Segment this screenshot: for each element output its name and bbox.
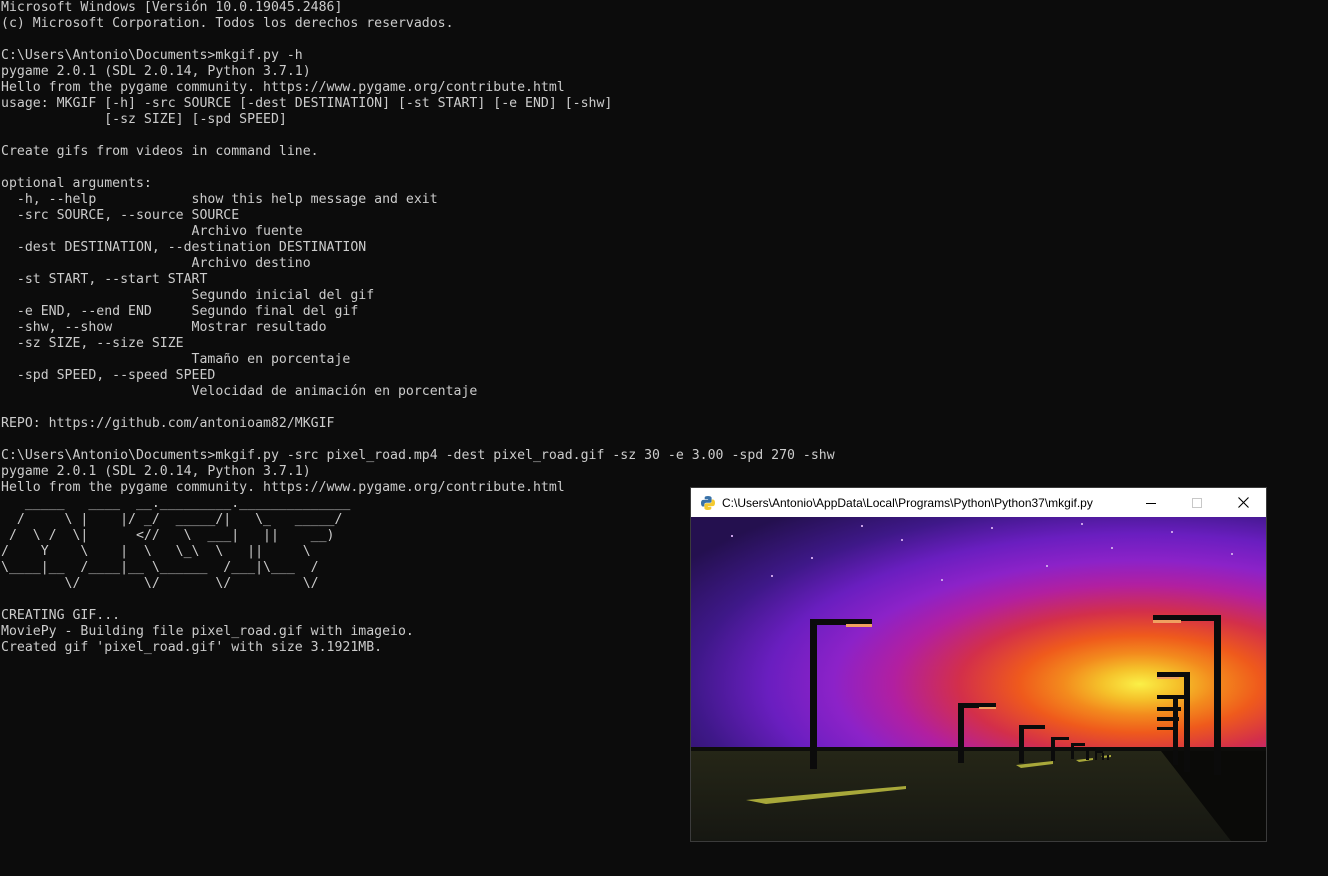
maximize-button[interactable] [1174, 488, 1220, 517]
pygame-preview-window[interactable]: C:\Users\Antonio\AppData\Local\Programs\… [690, 487, 1267, 842]
python-icon [701, 495, 715, 510]
horizon-line [691, 747, 1266, 751]
console-line: optional arguments: [1, 176, 152, 191]
maximize-icon [1192, 497, 1202, 508]
console-line: C:\Users\Antonio\Documents>mkgif.py -src… [1, 448, 835, 463]
console-line: Velocidad de animación en porcentaje [1, 384, 478, 399]
console-line: C:\Users\Antonio\Documents>mkgif.py -h [1, 48, 303, 63]
preview-titlebar[interactable]: C:\Users\Antonio\AppData\Local\Programs\… [691, 488, 1266, 517]
console-line: -e END, --end END Segundo final del gif [1, 304, 359, 319]
console-line: [-sz SIZE] [-spd SPEED] [1, 112, 287, 127]
console-line: pygame 2.0.1 (SDL 2.0.14, Python 3.7.1) [1, 64, 311, 79]
console-line: Hello from the pygame community. https:/… [1, 80, 565, 95]
pixel-road-scene [691, 517, 1266, 841]
console-line: REPO: https://github.com/antonioam82/MKG… [1, 416, 335, 431]
close-button[interactable] [1220, 488, 1266, 517]
console-line: -h, --help show this help message and ex… [1, 192, 438, 207]
minimize-button[interactable] [1128, 488, 1174, 517]
console-line: Create gifs from videos in command line. [1, 144, 319, 159]
console-line: -shw, --show Mostrar resultado [1, 320, 327, 335]
console-line: Archivo destino [1, 256, 311, 271]
console-line: Tamaño en porcentaje [1, 352, 351, 367]
console-line: -st START, --start START [1, 272, 208, 287]
minimize-icon [1146, 502, 1156, 504]
console-line: pygame 2.0.1 (SDL 2.0.14, Python 3.7.1) [1, 464, 311, 479]
close-icon [1237, 497, 1249, 508]
console-line: (c) Microsoft Corporation. Todos los der… [1, 16, 454, 31]
sky [691, 517, 1266, 749]
console-line: usage: MKGIF [-h] -src SOURCE [-dest DES… [1, 96, 613, 111]
console-line: -src SOURCE, --source SOURCE [1, 208, 240, 223]
console-line: -dest DESTINATION, --destination DESTINA… [1, 240, 367, 255]
console-line: Segundo inicial del gif [1, 288, 375, 303]
preview-window-title: C:\Users\Antonio\AppData\Local\Programs\… [722, 495, 1093, 510]
console-line: -spd SPEED, --speed SPEED [1, 368, 216, 383]
console-line: -sz SIZE, --size SIZE [1, 336, 184, 351]
console-line: Microsoft Windows [Versión 10.0.19045.24… [1, 0, 343, 15]
console-line: Archivo fuente [1, 224, 303, 239]
